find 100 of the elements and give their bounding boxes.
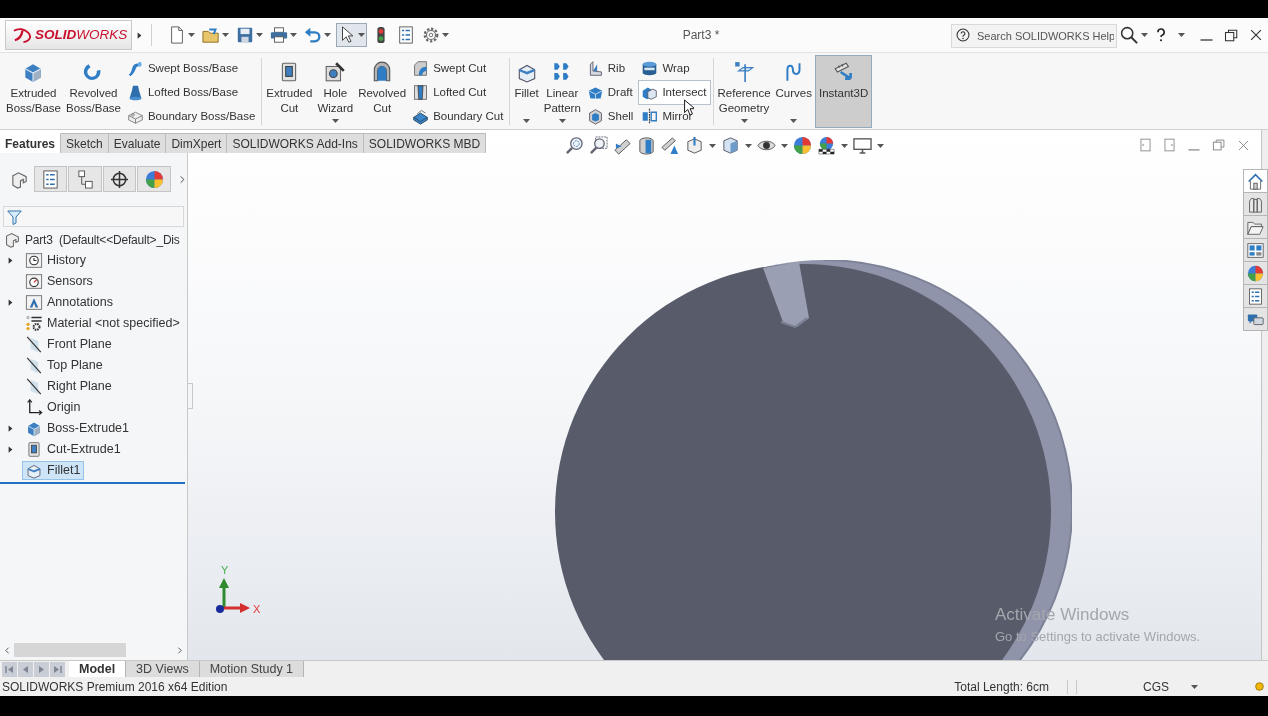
- monitor-icon[interactable]: [853, 136, 872, 155]
- panel-tab[interactable]: [68, 166, 102, 192]
- caret-icon[interactable]: [1191, 684, 1198, 689]
- zoom-area-icon[interactable]: [589, 136, 608, 155]
- ribbon-button[interactable]: Swept Cut: [409, 56, 508, 81]
- restore-icon[interactable]: [1224, 27, 1239, 43]
- tree-item[interactable]: Fillet1: [22, 461, 85, 480]
- color-ball-icon[interactable]: [793, 136, 812, 155]
- scrollbar-thumb[interactable]: [14, 643, 126, 657]
- tree-item[interactable]: Annotations: [22, 293, 118, 312]
- search-icon[interactable]: [1120, 26, 1138, 44]
- panel-tab[interactable]: [102, 166, 137, 192]
- splitter-handle[interactable]: [188, 383, 193, 409]
- checkered-ball-icon[interactable]: [817, 136, 836, 155]
- tree-item[interactable]: Cut-Extrude1: [22, 440, 125, 459]
- expand-arrow-icon[interactable]: [137, 30, 142, 40]
- expand-arrow-icon[interactable]: [8, 424, 13, 433]
- ribbon-button[interactable]: Lofted Boss/Base: [123, 80, 260, 105]
- skip-start-icon[interactable]: [2, 661, 17, 677]
- tree-item[interactable]: Material <not specified>: [22, 314, 184, 333]
- tree-item[interactable]: Origin: [22, 398, 85, 417]
- ribbon-button[interactable]: Curves: [773, 55, 814, 128]
- tile-left-icon[interactable]: [1139, 138, 1152, 152]
- settings-icon: [422, 26, 440, 44]
- task-pane-tab[interactable]: [1243, 169, 1268, 193]
- ribbon-button[interactable]: Intersect: [638, 80, 711, 105]
- filter-field[interactable]: [3, 206, 184, 227]
- ribbon-button[interactable]: Linear Pattern: [541, 55, 583, 128]
- ribbon-button[interactable]: Revolved Cut: [356, 55, 409, 128]
- ribbon-button[interactable]: Revolved Boss/Base: [63, 55, 123, 128]
- caret-icon[interactable]: [781, 143, 788, 148]
- help-icon[interactable]: [1154, 27, 1168, 43]
- expand-arrow-icon[interactable]: [8, 445, 13, 454]
- task-pane-tab[interactable]: [1243, 238, 1268, 262]
- ruler-peak-icon[interactable]: [661, 136, 680, 155]
- command-tab[interactable]: DimXpert: [166, 133, 228, 153]
- cut-cylinder-icon[interactable]: [637, 136, 656, 155]
- cube-axis-icon[interactable]: [685, 136, 704, 155]
- tree-item[interactable]: Right Plane: [22, 377, 116, 396]
- tile-right-icon[interactable]: [1163, 138, 1176, 152]
- ribbon-button[interactable]: Lofted Cut: [409, 80, 508, 105]
- task-pane-tab[interactable]: [1243, 307, 1268, 331]
- ribbon-button[interactable]: Reference Geometry: [715, 55, 773, 128]
- caret-icon[interactable]: [523, 119, 531, 123]
- caret-icon[interactable]: [558, 119, 566, 123]
- tree-item[interactable]: Boss-Extrude1: [22, 419, 133, 438]
- ribbon-button[interactable]: Boundary Boss/Base: [123, 104, 260, 129]
- command-tab[interactable]: Features: [0, 133, 62, 153]
- triangle-right-icon[interactable]: [34, 661, 49, 677]
- command-tab[interactable]: SOLIDWORKS Add-Ins: [227, 133, 364, 153]
- caret-icon[interactable]: [740, 119, 748, 123]
- ribbon-button[interactable]: Draft: [583, 80, 638, 105]
- ribbon-button[interactable]: Shell: [583, 104, 638, 129]
- ribbon-button[interactable]: Wrap: [638, 56, 711, 81]
- ribbon-button[interactable]: Instant3D: [815, 55, 873, 128]
- command-tab[interactable]: SOLIDWORKS MBD: [363, 133, 487, 153]
- ribbon-button[interactable]: Swept Boss/Base: [123, 56, 260, 81]
- expand-arrow-icon[interactable]: [8, 256, 13, 265]
- telescope-icon[interactable]: [613, 136, 632, 155]
- task-pane-tab[interactable]: [1243, 261, 1268, 285]
- unit-system-button[interactable]: CGS: [1143, 677, 1169, 696]
- ribbon-button[interactable]: Mirror: [638, 104, 711, 129]
- caret-icon[interactable]: [1141, 33, 1148, 37]
- tree-item[interactable]: History: [22, 251, 90, 270]
- view-tab[interactable]: Motion Study 1: [199, 661, 305, 677]
- ribbon-button[interactable]: Fillet: [512, 55, 541, 128]
- shaded-cube-icon[interactable]: [721, 136, 740, 155]
- task-pane-tab[interactable]: [1243, 192, 1268, 216]
- tree-item[interactable]: Sensors: [22, 272, 97, 291]
- triangle-left-icon[interactable]: [18, 661, 33, 677]
- caret-icon[interactable]: [331, 119, 339, 123]
- caret-icon[interactable]: [745, 143, 752, 148]
- caret-icon[interactable]: [1178, 33, 1185, 37]
- ribbon-button[interactable]: Extruded Cut: [264, 55, 315, 128]
- toolbar-button[interactable]: [336, 23, 367, 47]
- skip-end-icon[interactable]: [50, 661, 65, 677]
- cylinder-icon: [641, 59, 659, 77]
- ribbon-button[interactable]: Extruded Boss/Base: [4, 55, 63, 128]
- caret-icon[interactable]: [790, 119, 798, 123]
- close-icon[interactable]: [1249, 28, 1263, 42]
- caret-icon[interactable]: [877, 143, 884, 148]
- caret-icon[interactable]: [841, 143, 848, 148]
- expand-arrow-icon[interactable]: [8, 298, 13, 307]
- zoom-fit-icon[interactable]: [565, 136, 584, 155]
- view-tab[interactable]: Model: [69, 661, 127, 677]
- ribbon-button[interactable]: Boundary Cut: [409, 104, 508, 129]
- tree-item[interactable]: Top Plane: [22, 356, 107, 375]
- ribbon-button[interactable]: Rib: [583, 56, 638, 81]
- command-tab[interactable]: Evaluate: [108, 133, 167, 153]
- tree-item[interactable]: Part3 (Default<<Default>_Dis: [25, 230, 180, 249]
- task-pane-tab[interactable]: [1243, 215, 1268, 239]
- task-pane-tab[interactable]: [1243, 284, 1268, 308]
- caret-icon[interactable]: [709, 143, 716, 148]
- status-dot-icon[interactable]: [1254, 681, 1265, 692]
- command-tab[interactable]: Sketch: [61, 133, 109, 153]
- block-icon: [25, 420, 43, 437]
- tree-item[interactable]: Front Plane: [22, 335, 116, 354]
- search-field[interactable]: Search SOLIDWORKS Help: [951, 24, 1117, 48]
- ribbon-button[interactable]: Hole Wizard: [315, 55, 356, 128]
- view-tab[interactable]: 3D Views: [126, 661, 200, 677]
